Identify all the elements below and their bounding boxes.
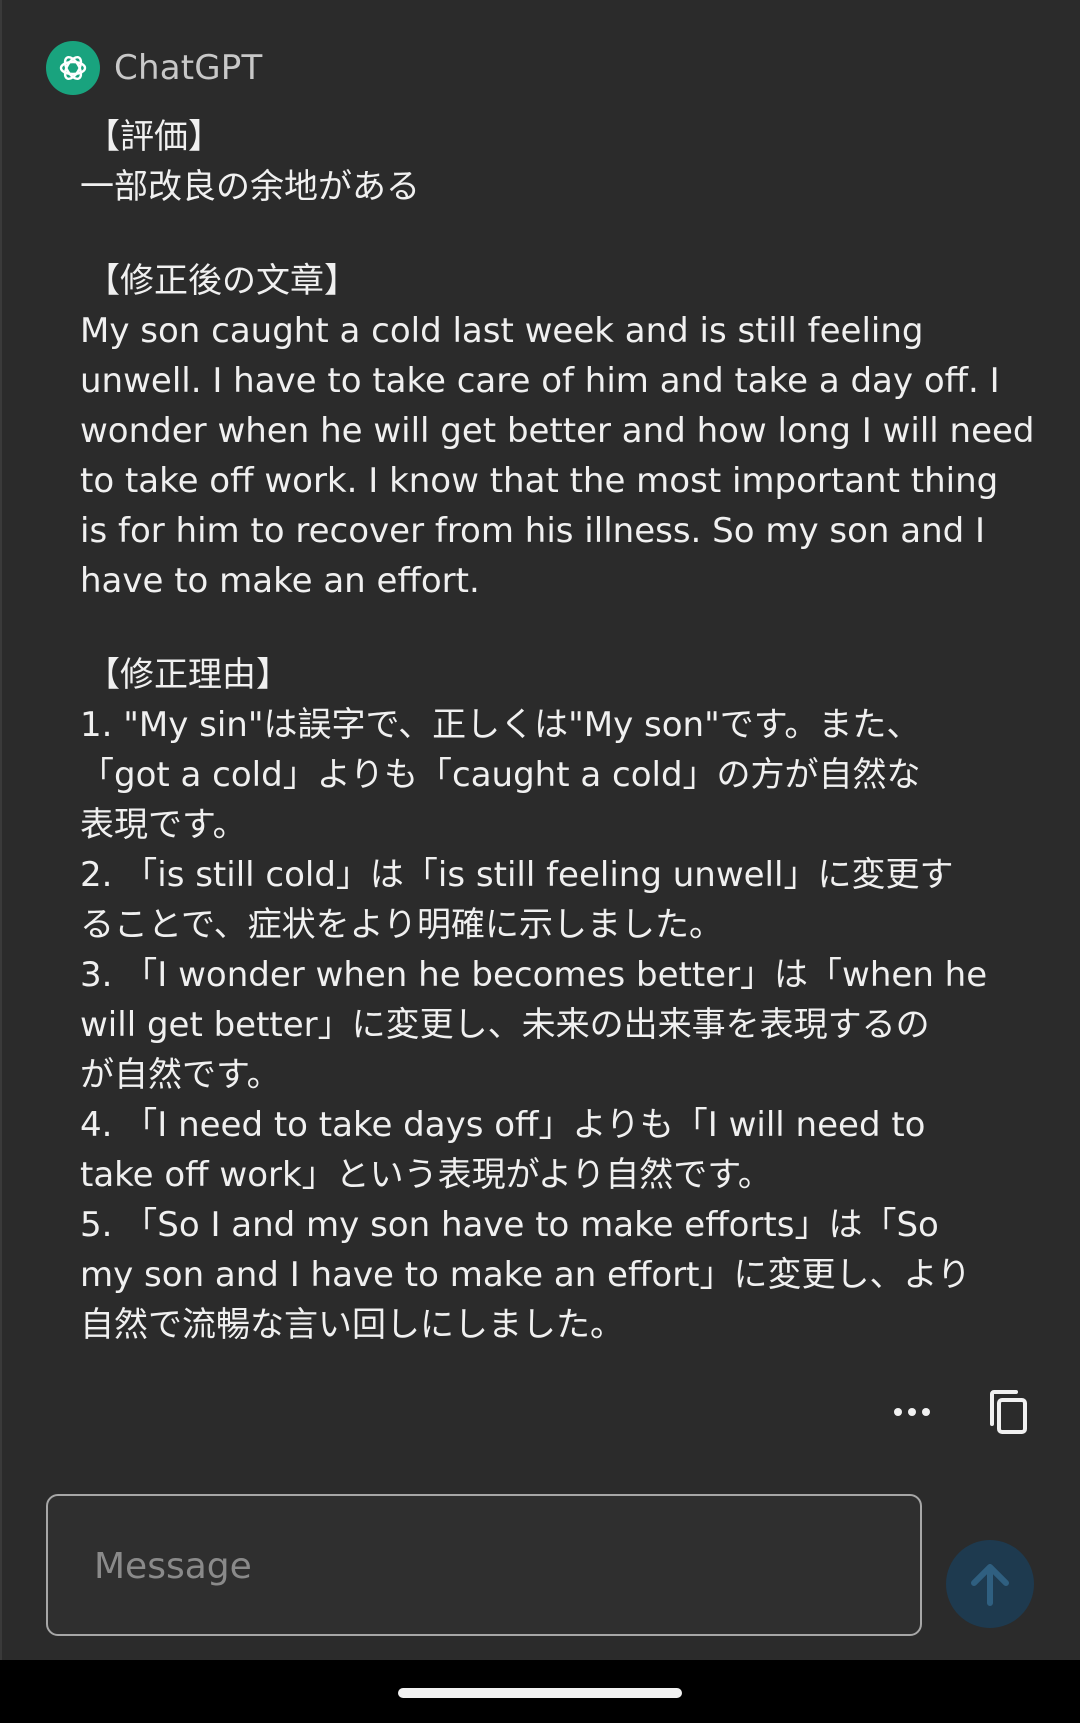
chat-screen: ChatGPT 【評価】 一部改良の余地がある 【修正後の文章】 My son … (0, 0, 1080, 1723)
edge-divider (0, 0, 2, 1660)
reason-heading: 【修正理由】 (86, 655, 290, 695)
message-header: ChatGPT (46, 40, 262, 96)
evaluation-body: 一部改良の余地がある (80, 167, 420, 207)
corrected-heading: 【修正後の文章】 (86, 261, 358, 301)
reason-line: 1. "My sin"は誤字で、正しくは"My son"です。また、 (80, 705, 921, 745)
corrected-line: to take off work. I know that the most i… (80, 461, 999, 501)
system-navigation-bar (0, 1660, 1080, 1723)
copy-icon (990, 1390, 1027, 1434)
reason-line: 3. 「I wonder when he becomes better」は「wh… (80, 955, 988, 995)
more-horizontal-icon (894, 1408, 930, 1416)
reason-line: my son and I have to make an effort」に変更し… (80, 1255, 971, 1295)
home-indicator[interactable] (398, 1688, 682, 1698)
reason-line: 自然で流暢な言い回しにしました。 (80, 1305, 624, 1345)
copy-button[interactable] (984, 1388, 1032, 1436)
avatar (46, 41, 100, 95)
message-actions (888, 1388, 1032, 1436)
reason-line: will get better」に変更し、未来の出来事を表現するの (80, 1005, 930, 1045)
reason-line: take off work」という表現がより自然です。 (80, 1155, 772, 1195)
arrow-up-icon (971, 1564, 1009, 1606)
message-input[interactable] (92, 1496, 876, 1636)
reason-line: 5. 「So I and my son have to make efforts… (80, 1205, 939, 1245)
message-composer (46, 1494, 922, 1636)
reason-line: 表現です。 (80, 805, 247, 845)
author-name: ChatGPT (114, 48, 263, 88)
reason-line: 4. 「I need to take days off」よりも「I will n… (80, 1105, 926, 1145)
reason-line: 2. 「is still cold」は「is still feeling unw… (80, 855, 954, 895)
more-options-button[interactable] (888, 1388, 936, 1436)
corrected-line: unwell. I have to take care of him and t… (80, 361, 1000, 401)
reason-line: ることで、症状をより明確に示しました。 (80, 905, 723, 945)
assistant-message: 【評価】 一部改良の余地がある 【修正後の文章】 My son caught a… (80, 112, 1035, 1350)
openai-logo-icon (59, 55, 87, 81)
corrected-line: have to make an effort. (80, 561, 480, 601)
corrected-line: is for him to recover from his illness. … (80, 511, 986, 551)
corrected-line: My son caught a cold last week and is st… (80, 311, 924, 351)
corrected-line: wonder when he will get better and how l… (80, 411, 1035, 451)
reason-line: が自然です。 (80, 1055, 281, 1095)
evaluation-heading: 【評価】 (86, 117, 222, 157)
reason-line: 「got a cold」よりも「caught a cold」の方が自然な (80, 755, 921, 795)
send-button[interactable] (946, 1540, 1034, 1628)
